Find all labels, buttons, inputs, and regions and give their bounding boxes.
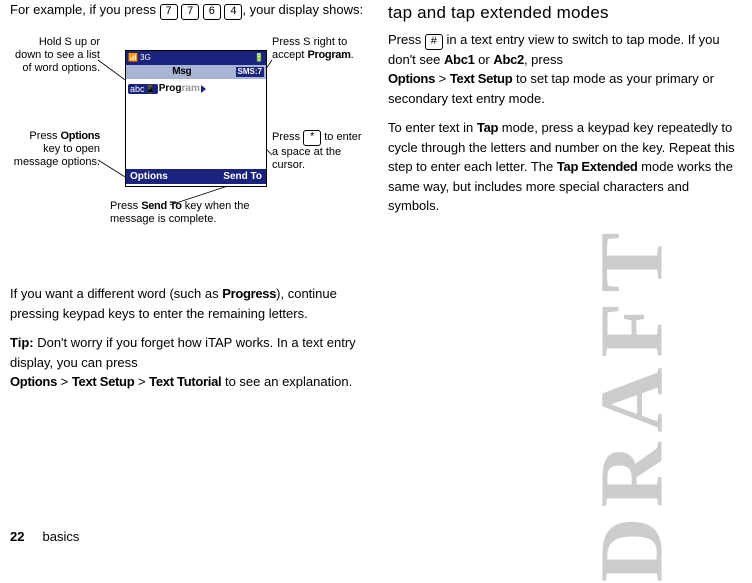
soft-right: Send To <box>223 171 262 183</box>
abc2: Abc2 <box>493 52 524 67</box>
cr-post: . <box>351 49 354 61</box>
tip-label: Tip: <box>10 335 34 350</box>
tip-p2: Text Setup <box>72 374 135 389</box>
r1-post: , press <box>524 52 563 67</box>
r2-tapext: Tap Extended <box>557 159 638 174</box>
r2-pre: To enter text in <box>388 120 477 135</box>
tip-p1: Options <box>10 374 57 389</box>
key-7a: 7 <box>160 4 178 20</box>
status-left: 📶 3G <box>128 53 151 63</box>
tip-s1: > <box>57 374 72 389</box>
intro-pre: For example, if you press <box>10 2 160 17</box>
r1-pre: Press <box>388 32 425 47</box>
phone-screen: 📶 3G 🔋 Msg SMS:7 abc📱 Program <box>125 50 267 187</box>
callout-hold-up: Hold S up or down to see a list of word … <box>10 36 100 76</box>
callout-press-right: Press S right to accept Program. <box>272 36 362 62</box>
intro-line: For example, if you press 7 7 6 4, your … <box>10 0 364 20</box>
key-4: 4 <box>224 4 242 20</box>
entry-bar: abc📱 Program <box>126 79 208 95</box>
right-p1: Press # in a text entry view to switch t… <box>388 30 742 109</box>
star-key: * <box>303 130 321 146</box>
arrow-right-icon <box>201 85 206 93</box>
title-left: Msg <box>128 66 236 78</box>
right-p2: To enter text in Tap mode, press a keypa… <box>388 118 742 216</box>
page-content: For example, if you press 7 7 6 4, your … <box>0 0 752 402</box>
r2-tap: Tap <box>477 120 498 135</box>
soft-left: Options <box>130 171 168 183</box>
callout-press-star: Press * to enter a space at the cursor. <box>272 130 362 172</box>
tip-body: Don't worry if you forget how iTAP works… <box>10 335 356 370</box>
r1-ts: Text Setup <box>450 71 513 86</box>
r1-sep: > <box>435 71 450 86</box>
tip-p3: Text Tutorial <box>149 374 221 389</box>
r1-opt: Options <box>388 71 435 86</box>
r1-or: or <box>475 52 494 67</box>
phone-body: abc📱 Program <box>126 79 266 169</box>
callout-sendto: Press Send To key when the message is co… <box>110 200 270 226</box>
section-label: basics <box>43 529 80 544</box>
right-column: tap and tap extended modes Press # in a … <box>388 0 742 402</box>
abc1: Abc1 <box>444 52 475 67</box>
tip-s2: > <box>134 374 149 389</box>
after-diagram: If you want a different word (such as Pr… <box>10 284 364 323</box>
hash-key: # <box>425 34 443 50</box>
page-number: 22 <box>10 529 24 544</box>
phone-diagram: Hold S up or down to see a list of word … <box>10 30 350 270</box>
status-right: 🔋 <box>254 53 264 63</box>
typed-word: Program <box>159 83 200 95</box>
ps-pre: Press <box>272 131 303 143</box>
typed: Prog <box>159 83 182 94</box>
tip-paragraph: Tip: Don't worry if you forget how iTAP … <box>10 333 364 392</box>
tip-end: to see an explanation. <box>221 374 352 389</box>
phone-title-bar: Msg SMS:7 <box>126 65 266 79</box>
cr-bold: Program <box>307 49 350 61</box>
intro-post: , your display shows: <box>242 2 363 17</box>
st-bold: Send To <box>141 200 181 212</box>
key-6: 6 <box>203 4 221 20</box>
left-column: For example, if you press 7 7 6 4, your … <box>10 0 364 402</box>
phone-status-bar: 📶 3G 🔋 <box>126 51 266 65</box>
abc-chip: abc📱 <box>128 84 158 95</box>
callout-options-key: Press Options key to open message option… <box>10 130 100 170</box>
ad-pre: If you want a different word (such as <box>10 286 222 301</box>
page-footer: 22 basics <box>10 527 79 547</box>
ad-bold: Progress <box>222 286 276 301</box>
key-7b: 7 <box>181 4 199 20</box>
section-heading: tap and tap extended modes <box>388 0 742 26</box>
st-pre: Press <box>110 200 141 212</box>
title-right: SMS:7 <box>236 67 264 77</box>
phone-softkeys: Options Send To <box>126 169 266 184</box>
ghost: ram <box>182 83 200 94</box>
